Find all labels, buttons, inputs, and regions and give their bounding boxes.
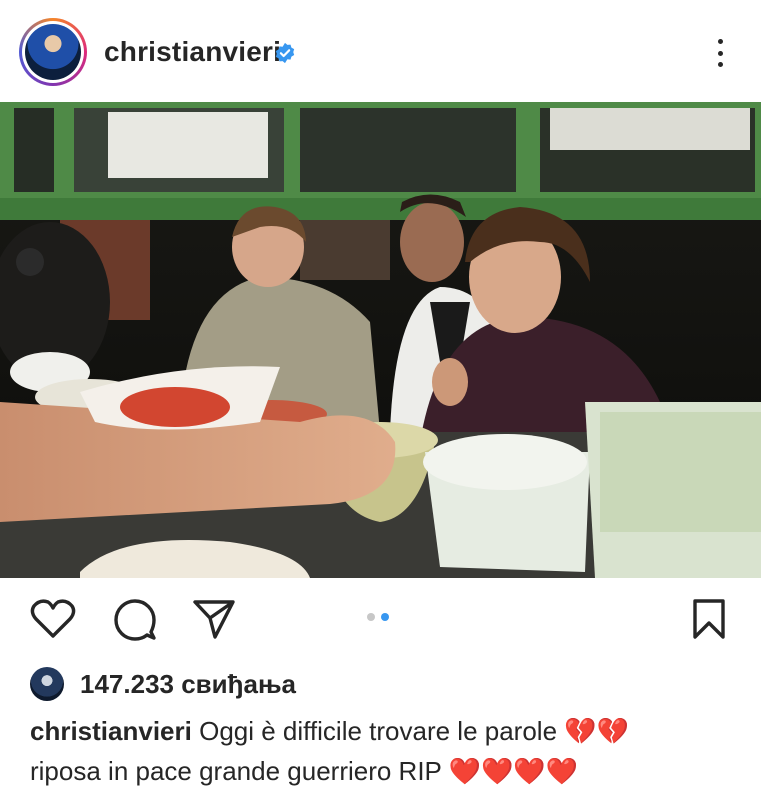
verified-badge-icon bbox=[275, 42, 295, 64]
profile-avatar[interactable] bbox=[19, 18, 87, 86]
username[interactable]: christianvieri bbox=[104, 36, 281, 68]
caption-line1: Oggi è difficile trovare le parole bbox=[199, 716, 558, 746]
caption-line1-emoji: 💔💔 bbox=[564, 716, 630, 746]
carousel-dot bbox=[367, 613, 375, 621]
more-options-icon[interactable] bbox=[708, 36, 732, 70]
caption-line2-emoji: ❤️❤️❤️❤️ bbox=[448, 756, 579, 786]
share-icon[interactable] bbox=[191, 598, 237, 640]
post-caption: christianvieri Oggi è difficile trovare … bbox=[30, 711, 750, 791]
post-header: christianvieri bbox=[0, 0, 761, 102]
carousel-indicator bbox=[367, 613, 389, 621]
likes-count[interactable]: 147.233 свиђања bbox=[80, 669, 296, 700]
caption-username[interactable]: christianvieri bbox=[30, 716, 192, 746]
post-image[interactable] bbox=[0, 102, 761, 578]
likes-row[interactable]: 147.233 свиђања bbox=[30, 666, 296, 702]
caption-line2: riposa in pace grande guerriero RIP bbox=[30, 756, 442, 786]
post-photo-scene bbox=[0, 102, 761, 578]
heart-icon[interactable] bbox=[30, 598, 76, 640]
liker-avatar bbox=[30, 667, 64, 701]
avatar-image bbox=[25, 24, 81, 80]
carousel-dot-active bbox=[381, 613, 389, 621]
comment-icon[interactable] bbox=[111, 598, 157, 642]
bookmark-icon[interactable] bbox=[691, 598, 727, 640]
